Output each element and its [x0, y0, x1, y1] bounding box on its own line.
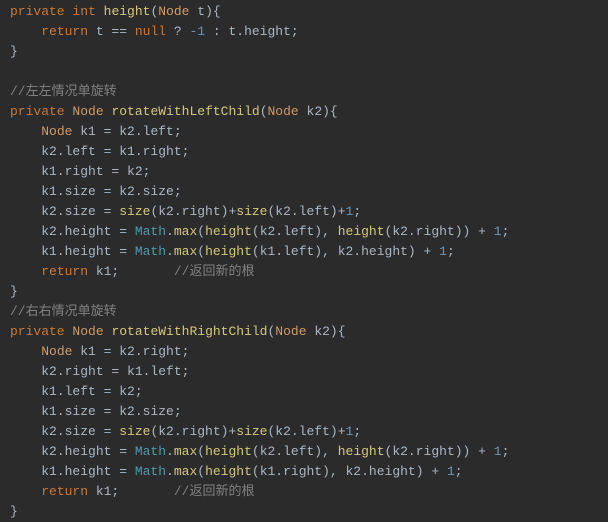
code-line: //右右情况单旋转: [0, 302, 608, 322]
keyword-int: int: [72, 4, 95, 19]
method-height: height: [205, 464, 252, 479]
code-line: k1.size = k2.size;: [0, 182, 608, 202]
method-size: size: [119, 424, 150, 439]
code-line: k1.height = Math.max(height(k1.left), k2…: [0, 242, 608, 262]
code-line: k2.height = Math.max(height(k2.left), he…: [0, 442, 608, 462]
type-node: Node: [158, 4, 189, 19]
code-line: k2.size = size(k2.right)+size(k2.left)+1…: [0, 202, 608, 222]
method-height: height: [205, 444, 252, 459]
code-line: k2.height = Math.max(height(k2.left), he…: [0, 222, 608, 242]
keyword-null: null: [135, 24, 166, 39]
code-line: return k1; //返回新的根: [0, 482, 608, 502]
code-line: }: [0, 502, 608, 522]
type-node: Node: [72, 104, 103, 119]
method-rotate-right: rotateWithRightChild: [111, 324, 267, 339]
code-line: }: [0, 282, 608, 302]
number-neg1: -1: [189, 24, 205, 39]
comment-return-root: //返回新的根: [174, 264, 255, 279]
keyword-private: private: [10, 4, 65, 19]
keyword-return: return: [41, 264, 88, 279]
code-line: }: [0, 42, 608, 62]
class-math: Math: [135, 224, 166, 239]
code-line: [0, 62, 608, 82]
keyword-return: return: [41, 24, 88, 39]
comment-return-root: //返回新的根: [174, 484, 255, 499]
code-line: k1.height = Math.max(height(k1.right), k…: [0, 462, 608, 482]
comment-left: //左左情况单旋转: [10, 84, 117, 99]
keyword-private: private: [10, 104, 65, 119]
comment-right: //右右情况单旋转: [10, 304, 117, 319]
type-node: Node: [41, 344, 72, 359]
method-max: max: [174, 464, 197, 479]
keyword-return: return: [41, 484, 88, 499]
code-line: Node k1 = k2.right;: [0, 342, 608, 362]
method-height: height: [205, 244, 252, 259]
code-editor[interactable]: private int height(Node t){ return t == …: [0, 2, 608, 522]
method-max: max: [174, 224, 197, 239]
code-line: k1.left = k2;: [0, 382, 608, 402]
method-size: size: [236, 204, 267, 219]
code-line: k2.left = k1.right;: [0, 142, 608, 162]
method-max: max: [174, 444, 197, 459]
keyword-private: private: [10, 324, 65, 339]
type-node: Node: [72, 324, 103, 339]
code-line: k1.size = k2.size;: [0, 402, 608, 422]
method-height: height: [338, 444, 385, 459]
method-max: max: [174, 244, 197, 259]
class-math: Math: [135, 464, 166, 479]
method-height: height: [338, 224, 385, 239]
code-line: private Node rotateWithRightChild(Node k…: [0, 322, 608, 342]
number-one: 1: [494, 444, 502, 459]
code-line: //左左情况单旋转: [0, 82, 608, 102]
code-line: Node k1 = k2.left;: [0, 122, 608, 142]
method-rotate-left: rotateWithLeftChild: [111, 104, 259, 119]
number-one: 1: [346, 204, 354, 219]
code-line: k1.right = k2;: [0, 162, 608, 182]
class-math: Math: [135, 444, 166, 459]
type-node: Node: [275, 324, 306, 339]
method-size: size: [236, 424, 267, 439]
method-size: size: [119, 204, 150, 219]
class-math: Math: [135, 244, 166, 259]
code-line: return k1; //返回新的根: [0, 262, 608, 282]
type-node: Node: [268, 104, 299, 119]
number-one: 1: [439, 244, 447, 259]
type-node: Node: [41, 124, 72, 139]
number-one: 1: [447, 464, 455, 479]
method-height: height: [205, 224, 252, 239]
number-one: 1: [494, 224, 502, 239]
code-line: private int height(Node t){: [0, 2, 608, 22]
code-line: return t == null ? -1 : t.height;: [0, 22, 608, 42]
method-height: height: [104, 4, 151, 19]
code-line: private Node rotateWithLeftChild(Node k2…: [0, 102, 608, 122]
code-line: k2.size = size(k2.right)+size(k2.left)+1…: [0, 422, 608, 442]
code-line: k2.right = k1.left;: [0, 362, 608, 382]
number-one: 1: [346, 424, 354, 439]
